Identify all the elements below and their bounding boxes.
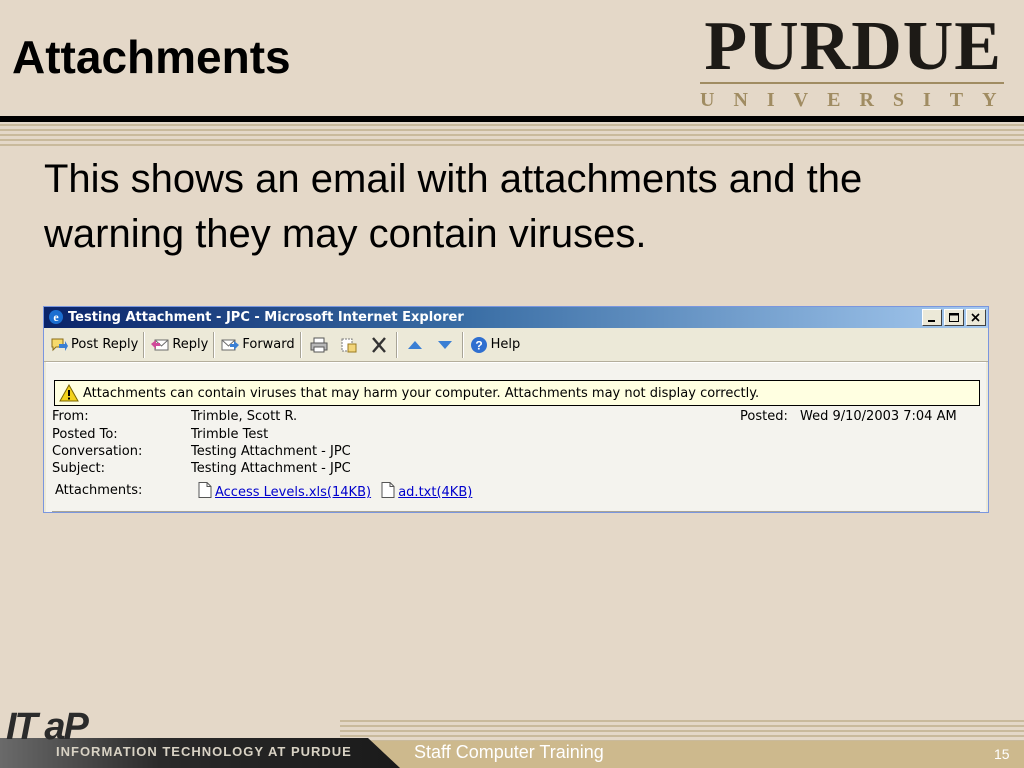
- ie-window: e Testing Attachment - JPC - Microsoft I…: [43, 306, 989, 513]
- posted-to-value: Trimble Test: [191, 427, 269, 442]
- toolbar-separator: [143, 331, 146, 358]
- delete-x-icon: [371, 336, 386, 353]
- attachment-warning-bar: Attachments can contain viruses that may…: [54, 380, 980, 406]
- help-icon: ?: [470, 336, 487, 353]
- from-row: From: Trimble, Scott R. Posted: Wed 9/10…: [52, 408, 982, 425]
- toolbar-separator: [461, 331, 464, 358]
- next-item-button[interactable]: [430, 331, 460, 359]
- ie-icon: e: [49, 310, 63, 324]
- posted-label: Posted:: [740, 409, 788, 424]
- help-button[interactable]: ? Help: [466, 331, 524, 359]
- slide-body-text: This shows an email with attachments and…: [44, 157, 863, 256]
- conversation-value: Testing Attachment - JPC: [191, 444, 351, 459]
- close-window-button[interactable]: [966, 309, 986, 326]
- move-to-folder-icon: [341, 338, 357, 352]
- toolbar-separator: [299, 331, 302, 358]
- footer-course-title: Staff Computer Training: [414, 742, 604, 762]
- attachment-link-ad-txt[interactable]: ad.txt(4KB): [398, 485, 472, 500]
- ie-titlebar[interactable]: e Testing Attachment - JPC - Microsoft I…: [44, 307, 988, 328]
- university-subtitle: UNIVERSITY: [700, 89, 1016, 111]
- header-rule: [0, 116, 1024, 122]
- maximize-button[interactable]: [944, 309, 964, 326]
- purdue-logo: PURDUE UNIVERSITY: [694, 8, 1004, 114]
- attachment-link-access-levels[interactable]: Access Levels.xls(14KB): [215, 485, 371, 500]
- maximize-icon: [949, 313, 959, 322]
- forward-icon: [221, 339, 240, 350]
- reply-icon: [151, 339, 169, 350]
- purdue-wordmark: PURDUE: [704, 8, 1002, 85]
- page-number: 15: [994, 746, 1010, 762]
- reply-label: Reply: [172, 337, 209, 352]
- post-reply-button[interactable]: Post Reply: [46, 331, 141, 359]
- toolbar-separator: [213, 331, 216, 358]
- post-reply-icon: [51, 338, 68, 351]
- warning-text: Attachments can contain viruses that may…: [83, 385, 760, 401]
- attachment-list: Access Levels.xls(14KB) ad.txt(4KB): [198, 482, 472, 501]
- message-body-divider: [52, 511, 980, 512]
- posted-value: Wed 9/10/2003 7:04 AM: [800, 409, 957, 424]
- svg-text:e: e: [53, 310, 59, 324]
- forward-button[interactable]: Forward: [217, 331, 297, 359]
- subject-value: Testing Attachment - JPC: [191, 461, 351, 476]
- print-button[interactable]: [304, 331, 334, 359]
- conversation-row: Conversation: Testing Attachment - JPC: [52, 443, 652, 460]
- message-toolbar: Post Reply Reply Forward ? Help: [44, 328, 988, 362]
- slide-title: Attachments: [12, 31, 291, 83]
- arrow-up-icon: [407, 340, 422, 349]
- document-icon: [198, 482, 212, 498]
- header-stripes: [0, 124, 1024, 148]
- document-icon: [381, 482, 395, 498]
- reply-button[interactable]: Reply: [147, 331, 211, 359]
- ie-window-title: Testing Attachment - JPC - Microsoft Int…: [68, 310, 464, 325]
- move-to-folder-button[interactable]: [334, 331, 364, 359]
- attachment-item[interactable]: ad.txt(4KB): [381, 482, 472, 500]
- printer-icon: [310, 337, 328, 352]
- svg-text:?: ?: [475, 338, 482, 352]
- previous-item-button[interactable]: [400, 331, 430, 359]
- logo-rule: [700, 82, 1004, 84]
- message-header-area: Attachments can contain viruses that may…: [46, 362, 986, 512]
- subject-label: Subject:: [52, 461, 105, 476]
- posted-to-label: Posted To:: [52, 427, 118, 442]
- attachments-row: Attachments: Access Levels.xls(14KB) ad.…: [55, 482, 655, 501]
- attachment-item[interactable]: Access Levels.xls(14KB): [198, 482, 375, 500]
- subject-row: Subject: Testing Attachment - JPC: [52, 460, 652, 477]
- attachments-label: Attachments:: [55, 483, 143, 498]
- post-reply-label: Post Reply: [71, 337, 139, 352]
- from-value: Trimble, Scott R.: [191, 409, 298, 424]
- close-icon: [971, 313, 980, 322]
- arrow-down-icon: [437, 340, 452, 349]
- help-label: Help: [490, 337, 521, 352]
- itap-tagline: INFORMATION TECHNOLOGY AT PURDUE: [56, 744, 352, 759]
- delete-button[interactable]: [364, 331, 394, 359]
- from-label: From:: [52, 409, 89, 424]
- conversation-label: Conversation:: [52, 444, 143, 459]
- minimize-button[interactable]: [922, 309, 942, 326]
- toolbar-separator: [395, 331, 398, 358]
- itap-logo: IT aP: [6, 706, 89, 748]
- posted-to-row: Posted To: Trimble Test: [52, 426, 652, 443]
- warning-icon: [59, 384, 79, 402]
- minimize-icon: [928, 320, 935, 322]
- forward-label: Forward: [242, 337, 295, 352]
